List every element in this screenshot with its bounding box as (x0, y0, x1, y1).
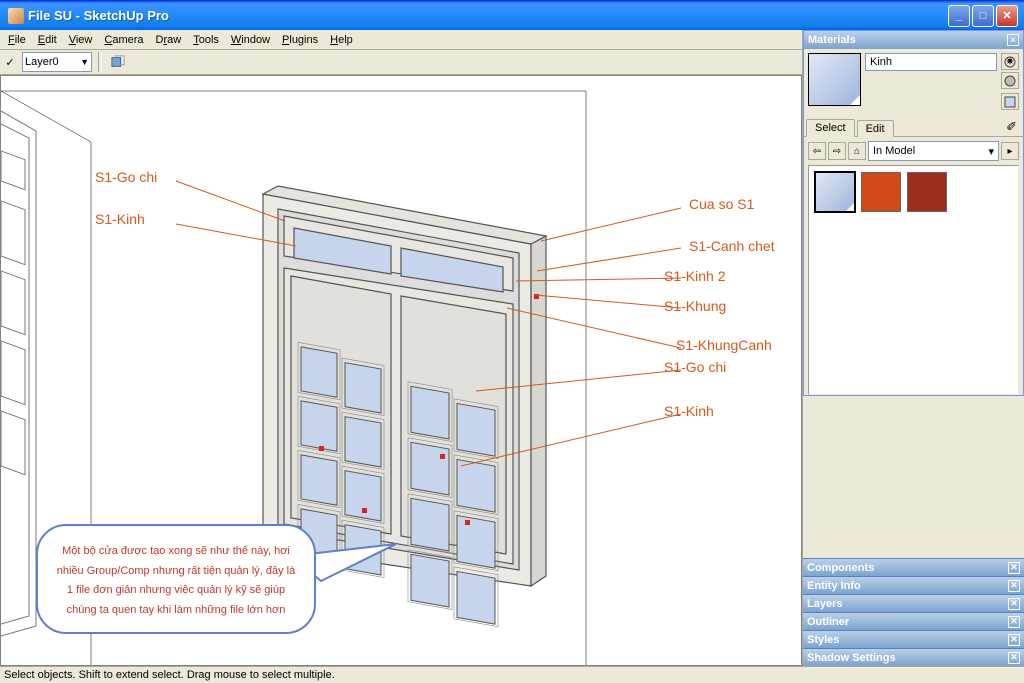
panel-close-button[interactable]: ✕ (1008, 634, 1020, 646)
eyedropper-icon[interactable]: ✐ (1006, 119, 1017, 135)
window-title: File SU - SketchUp Pro (28, 8, 169, 23)
close-button[interactable]: ✕ (996, 5, 1018, 27)
model-viewport[interactable]: S1-Go chi S1-Kinh Cua so S1 S1-Canh chet… (0, 75, 802, 666)
menu-view[interactable]: View (63, 32, 99, 48)
panel-close-button[interactable]: ✕ (1008, 580, 1020, 592)
panel-title: Materials (808, 34, 856, 46)
nav-back-button[interactable]: ⇦ (808, 142, 826, 160)
panel-outliner[interactable]: Outliner✕ (803, 612, 1024, 630)
callout-label: S1-Kinh (664, 403, 714, 419)
panel-close-button[interactable]: ✕ (1008, 598, 1020, 610)
layer-dropdown[interactable]: Layer0 ▼ (22, 52, 92, 72)
panel-shadow-settings[interactable]: Shadow Settings✕ (803, 648, 1024, 666)
tab-edit[interactable]: Edit (857, 120, 894, 137)
window-titlebar: File SU - SketchUp Pro _ □ ✕ (0, 0, 1024, 30)
panel-styles[interactable]: Styles✕ (803, 630, 1024, 648)
callout-label: S1-Canh chet (689, 238, 775, 254)
right-dock: Materials ✕ Kinh ✷ Select Edit ✐ ⇦ ⇨ ⌂ I… (802, 30, 1024, 666)
callout-label: S1-Khung (664, 298, 726, 314)
material-name-field[interactable]: Kinh (865, 53, 997, 71)
tab-select[interactable]: Select (806, 119, 855, 137)
annotation-text: Một bộ cửa được tạo xong sẽ như thế này,… (57, 545, 296, 616)
callout-label: S1-KhungCanh (676, 337, 772, 353)
callout-label: Cua so S1 (689, 196, 754, 212)
material-swatch[interactable] (861, 172, 901, 212)
menu-plugins[interactable]: Plugins (276, 32, 324, 48)
menu-file[interactable]: File (2, 32, 32, 48)
svg-text:✷: ✷ (1005, 56, 1014, 68)
status-text: Select objects. Shift to extend select. … (4, 669, 335, 681)
default-material-button[interactable] (1001, 72, 1019, 89)
chevron-down-icon: ▾ (988, 145, 994, 158)
callout-label: S1-Kinh (95, 211, 145, 227)
collection-name: In Model (873, 145, 915, 157)
layer-current: Layer0 (25, 56, 59, 68)
chevron-down-icon: ▼ (80, 57, 89, 67)
callout-label: S1-Go chi (95, 169, 157, 185)
callout-label: S1-Go chi (664, 359, 726, 375)
details-button[interactable]: ▸ (1001, 142, 1019, 160)
menu-help[interactable]: Help (324, 32, 359, 48)
nav-forward-button[interactable]: ⇨ (828, 142, 846, 160)
nav-home-button[interactable]: ⌂ (848, 142, 866, 160)
panel-close-button[interactable]: ✕ (1008, 562, 1020, 574)
workspace: S1-Go chi S1-Kinh Cua so S1 S1-Canh chet… (0, 75, 802, 666)
menu-tools[interactable]: Tools (187, 32, 225, 48)
current-material-swatch[interactable] (808, 53, 861, 106)
collapsed-panels-stack: Components✕ Entity Info✕ Layers✕ Outline… (803, 558, 1024, 666)
panel-close-button[interactable]: ✕ (1008, 652, 1020, 664)
collection-dropdown[interactable]: In Model ▾ (868, 141, 999, 161)
create-material-button[interactable]: ✷ (1001, 53, 1019, 70)
annotation-callout: Một bộ cửa được tạo xong sẽ như thế này,… (36, 524, 316, 634)
material-swatch[interactable] (907, 172, 947, 212)
menu-draw[interactable]: Draw (150, 32, 188, 48)
minimize-button[interactable]: _ (948, 5, 970, 27)
materials-panel: Materials ✕ Kinh ✷ Select Edit ✐ ⇦ ⇨ ⌂ I… (803, 30, 1024, 396)
layer-visible-icon[interactable]: ✓ (4, 56, 16, 69)
material-swatch[interactable] (815, 172, 855, 212)
transparent-material-button[interactable] (1001, 93, 1019, 110)
panel-entity-info[interactable]: Entity Info✕ (803, 576, 1024, 594)
panel-layers[interactable]: Layers✕ (803, 594, 1024, 612)
toolbar-divider (98, 52, 102, 72)
manager-button[interactable] (108, 52, 128, 72)
app-icon (8, 8, 24, 24)
panel-close-button[interactable]: ✕ (1008, 616, 1020, 628)
menu-camera[interactable]: Camera (98, 32, 149, 48)
material-swatch-grid (808, 165, 1019, 395)
menu-edit[interactable]: Edit (32, 32, 63, 48)
status-bar: Select objects. Shift to extend select. … (0, 666, 1024, 683)
panel-components[interactable]: Components✕ (803, 558, 1024, 576)
callout-label: S1-Kinh 2 (664, 268, 725, 284)
menu-window[interactable]: Window (225, 32, 276, 48)
maximize-button[interactable]: □ (972, 5, 994, 27)
panel-close-button[interactable]: ✕ (1007, 34, 1019, 46)
